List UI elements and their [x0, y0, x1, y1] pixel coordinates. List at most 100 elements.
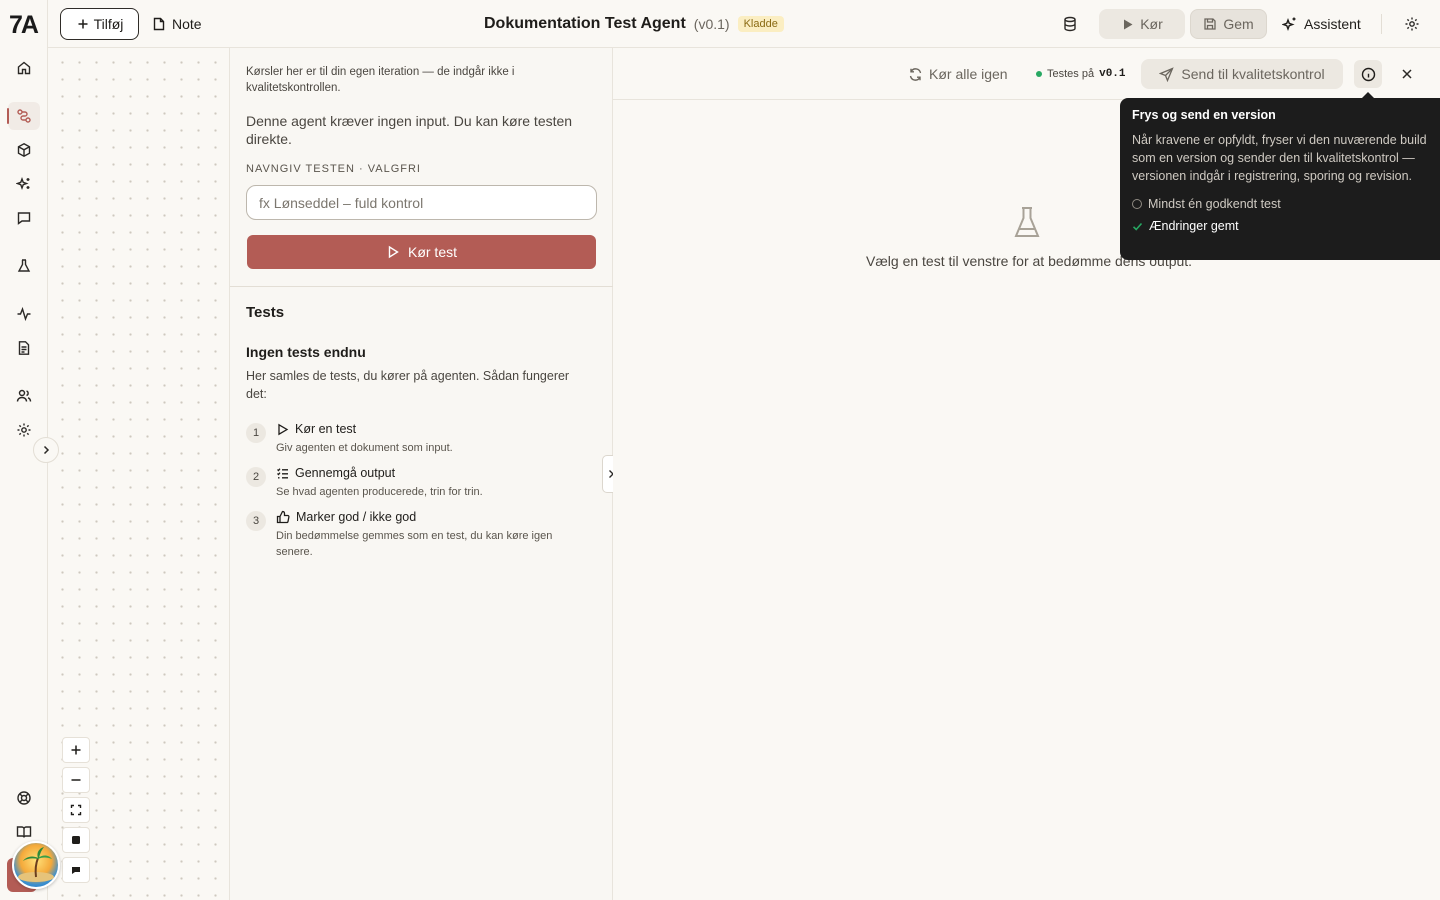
close-button[interactable] — [1395, 62, 1419, 86]
plus-icon — [71, 745, 81, 755]
check-icon — [1132, 222, 1143, 231]
data-source-button[interactable] — [1058, 12, 1082, 36]
thumbs-up-icon — [276, 510, 290, 524]
note-button-label: Note — [172, 16, 202, 32]
refresh-icon — [909, 67, 922, 81]
play-icon — [278, 423, 289, 435]
info-button[interactable] — [1354, 60, 1382, 88]
add-button[interactable]: Tilføj — [60, 8, 139, 40]
flask-icon — [17, 259, 31, 272]
step-title: Marker god / ikke god — [296, 510, 417, 524]
close-icon — [1402, 69, 1412, 79]
step-number: 1 — [246, 423, 266, 443]
test-name-label: NAVNGIV TESTEN · VALGFRI — [246, 163, 421, 175]
rail-workflows-button[interactable] — [7, 102, 40, 130]
step-header: Marker god / ikke god — [276, 508, 416, 526]
expand-sidebar-button[interactable] — [33, 437, 59, 463]
save-button[interactable]: Gem — [1190, 9, 1267, 39]
run-test-button[interactable]: Kør test — [247, 235, 596, 269]
activity-icon — [17, 306, 31, 322]
rail-documents-button[interactable] — [8, 334, 40, 362]
topbar-divider — [1381, 14, 1382, 34]
requirement-label: Mindst én godkendt test — [1148, 197, 1281, 211]
minimap-button[interactable] — [62, 857, 90, 883]
run-test-label: Kør test — [407, 244, 457, 260]
step-description: Se hvad agenten producerede, trin for tr… — [276, 486, 483, 498]
rail-packages-button[interactable] — [8, 136, 40, 164]
gear-icon — [1405, 17, 1419, 31]
home-icon — [17, 61, 31, 75]
play-icon — [1124, 19, 1133, 29]
zoom-out-button[interactable] — [62, 767, 90, 793]
empty-tests-description: Her samles de tests, du kører på agenten… — [246, 369, 570, 401]
rerun-all-button[interactable]: Kør alle igen — [908, 63, 1008, 85]
testing-version: v0.1 — [1099, 68, 1126, 80]
fit-view-button[interactable] — [62, 797, 90, 823]
zoom-in-button[interactable] — [62, 737, 90, 763]
island-icon — [18, 847, 54, 882]
tooltip-title: Frys og send en version — [1132, 108, 1276, 122]
chat-icon — [17, 212, 31, 225]
step-description: Giv agenten et dokument som input. — [276, 442, 453, 454]
plus-icon — [78, 19, 88, 29]
canvas-controls — [62, 737, 90, 887]
rail-settings-button[interactable] — [8, 416, 40, 444]
app-logo[interactable]: 7A — [9, 12, 41, 38]
document-icon — [18, 341, 30, 355]
test-panel: Kørsler her er til din egen iteration — … — [229, 48, 613, 900]
gear-icon — [17, 423, 31, 437]
rail-users-button[interactable] — [8, 382, 40, 410]
assistant-button-label: Assistent — [1304, 16, 1361, 32]
step-title: Gennemgå output — [295, 466, 396, 480]
freeze-version-tooltip: Frys og send en version Når kravene er o… — [1120, 92, 1440, 260]
step-header: Kør en test — [276, 420, 356, 438]
user-avatar[interactable] — [12, 841, 60, 889]
fullscreen-icon — [70, 804, 82, 816]
top-bar: Tilføj Note Dokumentation Test Agent (v0… — [48, 0, 1440, 48]
play-icon — [388, 245, 399, 259]
agent-title[interactable]: Dokumentation Test Agent — [484, 15, 686, 33]
step-title: Kør en test — [295, 422, 357, 436]
step-header: Gennemgå output — [276, 464, 395, 482]
assistant-button[interactable]: Assistent — [1282, 9, 1361, 39]
rail-help-button[interactable] — [8, 784, 40, 812]
users-icon — [16, 389, 32, 402]
square-icon — [72, 836, 80, 844]
results-header: Kør alle igen Testes på v0.1 Send til kv… — [613, 48, 1440, 100]
send-to-qc-button[interactable]: Send til kvalitetskontrol — [1141, 59, 1343, 89]
add-button-label: Tilføj — [93, 16, 124, 32]
rail-home-button[interactable] — [8, 54, 40, 82]
tooltip-body: Når kravene er opfyldt, fryser vi den nu… — [1132, 133, 1427, 183]
send-icon — [1159, 66, 1175, 82]
requirement-label: Ændringer gemt — [1149, 219, 1239, 233]
checklist-icon — [277, 467, 288, 478]
lock-canvas-button[interactable] — [62, 827, 90, 853]
minus-icon — [71, 779, 81, 781]
note-button[interactable]: Note — [152, 8, 202, 40]
empty-tests-title: Ingen tests endnu — [246, 344, 366, 360]
rerun-all-label: Kør alle igen — [929, 66, 1008, 82]
run-button[interactable]: Kør — [1099, 9, 1185, 39]
rail-skills-button[interactable] — [8, 170, 40, 198]
rail-chat-button[interactable] — [8, 204, 40, 232]
requirement-item: Ændringer gemt — [1132, 215, 1428, 237]
testing-on-label: Testes på — [1047, 68, 1095, 80]
send-to-qc-label: Send til kvalitetskontrol — [1181, 66, 1325, 82]
agent-version: (v0.1) — [693, 16, 730, 32]
lifebuoy-icon — [17, 791, 31, 805]
test-name-input[interactable] — [246, 185, 597, 220]
workflow-icon — [17, 109, 31, 123]
panel-divider — [230, 286, 613, 287]
flask-icon — [1013, 206, 1041, 240]
testing-on-indicator: Testes på v0.1 — [1036, 65, 1126, 83]
agent-settings-button[interactable] — [1400, 12, 1424, 36]
step-description: Din bedømmelse gemmes som en test, du ka… — [276, 530, 553, 558]
agent-title-group: Dokumentation Test Agent (v0.1) Kladde — [484, 12, 784, 36]
book-icon — [16, 826, 32, 838]
map-icon — [72, 867, 80, 874]
rail-activity-button[interactable] — [8, 300, 40, 328]
iteration-note: Kørsler her er til din egen iteration — … — [246, 66, 515, 94]
chevron-right-icon — [43, 445, 50, 455]
status-badge: Kladde — [737, 16, 784, 32]
rail-tests-button[interactable] — [8, 252, 40, 280]
